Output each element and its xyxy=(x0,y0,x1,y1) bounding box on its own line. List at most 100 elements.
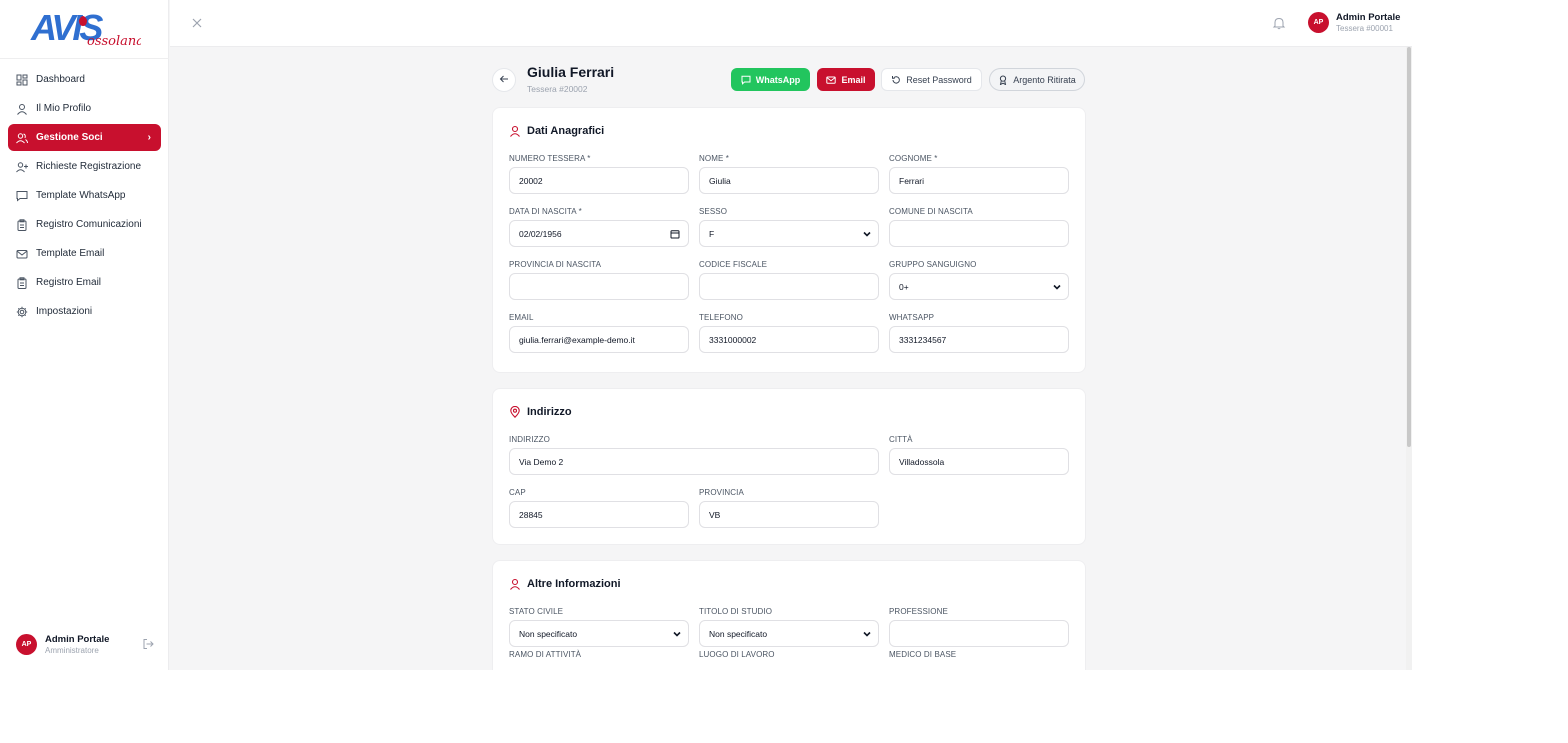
section-title-text: Altre Informazioni xyxy=(527,578,621,590)
whatsapp-input[interactable]: 3331234567 xyxy=(889,326,1069,353)
field-label: NUMERO TESSERA * xyxy=(509,154,591,163)
chevron-down-icon xyxy=(672,629,682,639)
cognome-input[interactable]: Ferrari xyxy=(889,167,1069,194)
field-label: LUOGO DI LAVORO xyxy=(699,650,775,659)
field-label: TITOLO DI STUDIO xyxy=(699,607,773,616)
header-user-card: Tessera #00001 xyxy=(1336,24,1393,33)
section-title: Indirizzo xyxy=(509,389,1069,435)
sidebar-item-registro-email[interactable]: Registro Email xyxy=(8,269,161,296)
field-label: TELEFONO xyxy=(699,313,743,322)
award-icon xyxy=(998,75,1008,85)
argento-ritirata-badge[interactable]: Argento Ritirata xyxy=(989,68,1085,91)
sidebar-item-label: Template Email xyxy=(36,248,105,259)
whatsapp-button[interactable]: WhatsApp xyxy=(731,68,810,91)
user-icon xyxy=(509,578,521,590)
provincia-field: PROVINCIA VB xyxy=(699,488,879,541)
provincia-input[interactable]: VB xyxy=(699,501,879,528)
field-label: GRUPPO SANGUIGNO xyxy=(889,260,977,269)
cap-input[interactable]: 28845 xyxy=(509,501,689,528)
sidebar: AVIS ossolana Dashboard Il Mio Profilo G… xyxy=(0,0,169,670)
comune-nascita-input[interactable] xyxy=(889,220,1069,247)
back-button[interactable] xyxy=(492,68,516,92)
stato-civile-value: Non specificato xyxy=(519,628,578,639)
citta-input[interactable]: Villadossola xyxy=(889,448,1069,475)
close-icon[interactable] xyxy=(190,16,204,30)
page-title: Giulia Ferrari xyxy=(527,64,615,80)
titolo-studio-select[interactable]: Non specificato xyxy=(699,620,879,647)
field-label: PROVINCIA xyxy=(699,488,744,497)
avis-logo[interactable]: AVIS ossolana xyxy=(29,7,144,49)
page-subtitle: Tessera #20002 xyxy=(527,84,588,94)
page-header: Giulia Ferrari Tessera #20002 WhatsApp E… xyxy=(492,47,1086,107)
header-user-name: Admin Portale xyxy=(1336,12,1401,23)
bell-icon[interactable] xyxy=(1272,16,1286,30)
indirizzo-input[interactable]: Via Demo 2 xyxy=(509,448,879,475)
sidebar-item-impostazioni[interactable]: Impostazioni xyxy=(8,298,161,325)
logout-icon[interactable] xyxy=(142,637,154,649)
section-title-text: Indirizzo xyxy=(527,406,572,418)
nome-input[interactable]: Giulia xyxy=(699,167,879,194)
data-nascita-input[interactable]: 02/02/1956 xyxy=(509,220,689,247)
medico-base-field: MEDICO DI BASE xyxy=(889,650,1069,670)
sidebar-item-label: Impostazioni xyxy=(36,306,93,317)
telefono-field: TELEFONO 3331000002 xyxy=(699,313,879,366)
altre-informazioni-card: Altre Informazioni STATO CIVILE Non spec… xyxy=(492,560,1086,670)
header-user[interactable]: AP Admin Portale Tessera #00001 xyxy=(1308,12,1400,33)
dashboard-icon xyxy=(16,74,28,86)
field-label: CAP xyxy=(509,488,526,497)
clipboard-icon xyxy=(16,218,28,231)
stato-civile-select[interactable]: Non specificato xyxy=(509,620,689,647)
chevron-right-icon: › xyxy=(147,132,151,143)
field-label: CODICE FISCALE xyxy=(699,260,768,269)
sidebar-item-profilo[interactable]: Il Mio Profilo xyxy=(8,95,161,122)
field-label: PROVINCIA DI NASCITA xyxy=(509,260,602,269)
sidebar-user: AP Admin Portale Amministratore xyxy=(16,632,156,656)
field-label: DATA DI NASCITA * xyxy=(509,207,582,216)
telefono-input[interactable]: 3331000002 xyxy=(699,326,879,353)
sidebar-item-template-email[interactable]: Template Email xyxy=(8,240,161,267)
gruppo-sanguigno-select[interactable]: 0+ xyxy=(889,273,1069,300)
avatar[interactable]: AP xyxy=(16,633,37,655)
sidebar-item-dashboard[interactable]: Dashboard xyxy=(8,66,161,93)
mail-icon xyxy=(16,248,28,260)
indirizzo-card: Indirizzo INDIRIZZO Via Demo 2 CITTÀ Vil… xyxy=(492,388,1086,545)
nome-field: NOME * Giulia xyxy=(699,154,879,207)
email-button-label: Email xyxy=(841,74,866,85)
dati-anagrafici-card: Dati Anagrafici NUMERO TESSERA * 20002 N… xyxy=(492,107,1086,373)
sidebar-item-registro-comunicazioni[interactable]: Registro Comunicazioni xyxy=(8,211,161,238)
user-icon xyxy=(509,125,521,137)
email-button[interactable]: Email xyxy=(817,68,875,91)
stato-civile-field: STATO CIVILE Non specificato xyxy=(509,607,689,650)
field-label: EMAIL xyxy=(509,313,534,322)
chevron-down-icon xyxy=(862,629,872,639)
codice-fiscale-input[interactable] xyxy=(699,273,879,300)
codice-fiscale-field: CODICE FISCALE xyxy=(699,260,879,313)
message-icon xyxy=(741,75,751,85)
field-label: COMUNE DI NASCITA xyxy=(889,207,973,216)
provincia-nascita-input[interactable] xyxy=(509,273,689,300)
field-label: INDIRIZZO xyxy=(509,435,550,444)
ramo-attivita-field: RAMO DI ATTIVITÀ xyxy=(509,650,689,670)
message-icon xyxy=(16,190,28,202)
calendar-icon[interactable] xyxy=(670,229,680,239)
sidebar-item-template-whatsapp[interactable]: Template WhatsApp xyxy=(8,182,161,209)
sidebar-item-label: Dashboard xyxy=(36,74,85,85)
sidebar-item-label: Registro Email xyxy=(36,277,102,288)
sidebar-item-label: Gestione Soci xyxy=(36,132,103,143)
argento-ritirata-label: Argento Ritirata xyxy=(1013,74,1076,85)
sidebar-user-name: Admin Portale xyxy=(45,633,110,645)
professione-input[interactable] xyxy=(889,620,1069,647)
sesso-field: SESSO F xyxy=(699,207,879,260)
email-input[interactable]: giulia.ferrari@example-demo.it xyxy=(509,326,689,353)
scrollbar-thumb[interactable] xyxy=(1407,47,1411,447)
field-label: CITTÀ xyxy=(889,435,913,444)
sesso-select[interactable]: F xyxy=(699,220,879,247)
sidebar-item-richieste[interactable]: Richieste Registrazione xyxy=(8,153,161,180)
numero-tessera-input[interactable]: 20002 xyxy=(509,167,689,194)
sidebar-item-gestione-soci[interactable]: Gestione Soci › xyxy=(8,124,161,151)
user-plus-icon xyxy=(16,161,28,173)
reset-password-button[interactable]: Reset Password xyxy=(881,68,982,91)
whatsapp-button-label: WhatsApp xyxy=(755,74,801,85)
luogo-lavoro-field: LUOGO DI LAVORO xyxy=(699,650,879,670)
indirizzo-field: INDIRIZZO Via Demo 2 xyxy=(509,435,879,488)
